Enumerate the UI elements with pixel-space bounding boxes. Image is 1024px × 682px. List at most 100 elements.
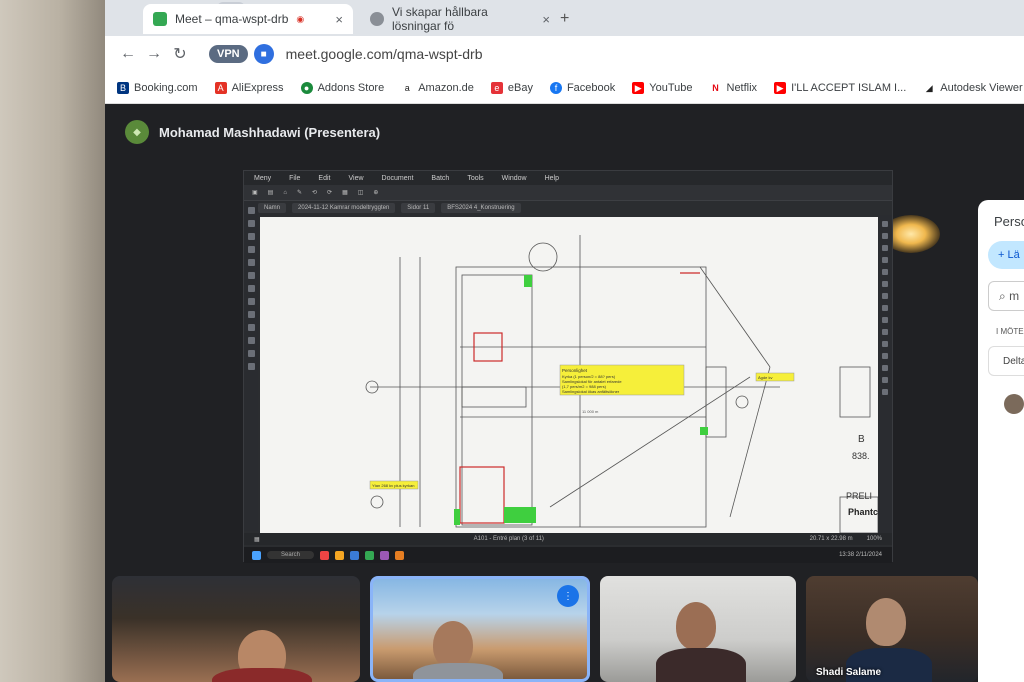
- doc-tab[interactable]: Sidor 11: [401, 203, 436, 213]
- facebook-icon: f: [549, 81, 562, 94]
- menu-item[interactable]: Tools: [467, 175, 483, 182]
- menu-item[interactable]: Document: [382, 175, 414, 182]
- presenter-bar: ◆ Mohamad Mashhadawi (Presentera): [125, 112, 985, 152]
- netflix-icon: N: [709, 81, 722, 94]
- zoom-level[interactable]: 100%: [867, 536, 882, 542]
- app-icon[interactable]: [395, 550, 405, 560]
- new-tab-button[interactable]: +: [560, 10, 569, 28]
- doc-tab[interactable]: 2024-11-12 Kamrar modeltryggten: [292, 203, 396, 213]
- chrome-icon[interactable]: [365, 550, 375, 560]
- bookmark-autodesk[interactable]: ◢Autodesk Viewer | F...: [923, 81, 1024, 94]
- floor-plan-drawing: Personlighet Kyrka (1 person/2 = 88? per…: [365, 235, 878, 533]
- speaking-indicator-icon: ⋮: [557, 585, 579, 607]
- menu-item[interactable]: Window: [502, 175, 527, 182]
- autodesk-icon: ◢: [923, 81, 936, 94]
- menu-item[interactable]: Meny: [254, 175, 271, 182]
- tool-icon[interactable]: ⊕: [373, 189, 378, 196]
- people-panel-title: Perso: [994, 214, 1024, 229]
- titleblock-prel: PRELI: [846, 491, 872, 501]
- dimensions-readout: 20.71 x 22.98 m: [809, 536, 853, 542]
- tool-icon[interactable]: ▣: [252, 189, 258, 196]
- note-title: Personlighet: [562, 368, 588, 373]
- vpn-badge[interactable]: VPN: [209, 45, 248, 63]
- marker: [700, 427, 708, 435]
- bookmark-aliexpress[interactable]: A AliExpress: [214, 81, 284, 94]
- tool-icon[interactable]: ▤: [268, 189, 274, 196]
- menu-item[interactable]: View: [348, 175, 363, 182]
- tool-icon[interactable]: ✎: [297, 189, 302, 196]
- participant-face: [676, 602, 716, 650]
- menu-item[interactable]: Edit: [318, 175, 330, 182]
- participant-face: [866, 598, 906, 646]
- bookmark-netflix[interactable]: N Netflix: [709, 81, 757, 94]
- camera-icon[interactable]: ■: [253, 44, 274, 64]
- app-icon[interactable]: [380, 550, 390, 560]
- people-search-input[interactable]: ⌕ m: [988, 281, 1024, 311]
- tool-icon[interactable]: ⟲: [312, 189, 317, 196]
- video-tile[interactable]: Shadi Salame: [806, 576, 978, 682]
- video-tile-active-speaker[interactable]: ⋮: [370, 576, 590, 682]
- participant-body: [413, 663, 503, 679]
- grid-icon[interactable]: ▦: [254, 536, 260, 543]
- participant-name: Shadi Salame: [816, 667, 882, 678]
- dimension-label: 11 000 m: [582, 409, 599, 414]
- participants-group[interactable]: Delta: [988, 346, 1024, 376]
- left-tool-rail: [244, 201, 258, 531]
- bookmark-addons[interactable]: ● Addons Store: [300, 81, 384, 94]
- globe-icon: [370, 12, 384, 26]
- bookmark-amazon[interactable]: a Amazon.de: [401, 81, 474, 94]
- close-icon[interactable]: ×: [542, 12, 550, 27]
- participant-face: [433, 621, 473, 669]
- youtube-icon: ▶: [774, 81, 787, 94]
- bookmark-ebay[interactable]: e eBay: [490, 81, 533, 94]
- in-meeting-section-label: I MÖTE: [996, 327, 1024, 336]
- tool-icon[interactable]: ⌂: [283, 190, 287, 196]
- doc-tab[interactable]: BFS2024 4_Konstruering: [441, 203, 521, 213]
- amazon-icon: a: [401, 81, 414, 94]
- doc-tab[interactable]: Namn: [258, 203, 287, 213]
- app-icon[interactable]: [320, 550, 330, 560]
- tool-icon[interactable]: ▦: [342, 189, 348, 196]
- back-icon[interactable]: ←: [115, 45, 141, 63]
- app-toolbar: ▣ ▤ ⌂ ✎ ⟲ ⟳ ▦ ◫ ⊕: [244, 185, 892, 201]
- app-icon[interactable]: [350, 550, 360, 560]
- menu-item[interactable]: File: [289, 175, 300, 182]
- marker: [504, 507, 536, 523]
- note-small-text: Ägde kv: [758, 375, 772, 380]
- taskbar-search[interactable]: Search: [267, 551, 315, 559]
- tab-meet[interactable]: Meet – qma-wspt-drb ◉ ×: [143, 4, 353, 34]
- windows-start-icon[interactable]: [252, 550, 261, 560]
- folder-icon[interactable]: [335, 550, 345, 560]
- menu-item[interactable]: Batch: [431, 175, 449, 182]
- note-left-text: Ytan 268 kv plus kyrkan: [372, 483, 414, 488]
- page-indicator[interactable]: A101 - Entré plan (3 of 11): [474, 536, 544, 542]
- menu-item[interactable]: Help: [545, 175, 559, 182]
- tool-icon[interactable]: ⟳: [327, 189, 332, 196]
- addons-icon: ●: [300, 81, 313, 94]
- forward-icon[interactable]: →: [141, 45, 167, 63]
- youtube-icon: ▶: [632, 81, 645, 94]
- bookmark-facebook[interactable]: f Facebook: [549, 81, 615, 94]
- video-tile[interactable]: [112, 576, 360, 682]
- participant-body: [656, 648, 746, 682]
- app-menu-bar: Meny File Edit View Document Batch Tools…: [244, 171, 892, 185]
- bookmark-youtube[interactable]: ▶ YouTube: [632, 81, 693, 94]
- marker: [524, 275, 532, 287]
- drawing-canvas[interactable]: Personlighet Kyrka (1 person/2 = 88? per…: [260, 217, 878, 533]
- add-people-button[interactable]: + Lä: [988, 241, 1024, 269]
- shared-screen: Meny File Edit View Document Batch Tools…: [243, 170, 893, 563]
- close-icon[interactable]: ×: [335, 12, 343, 27]
- url-bar[interactable]: meet.google.com/qma-wspt-drb: [286, 46, 483, 62]
- search-icon: ⌕: [999, 288, 1006, 303]
- bookmark-youtube-video[interactable]: ▶ I'LL ACCEPT ISLAM I...: [774, 81, 906, 94]
- tab-website[interactable]: Vi skapar hållbara lösningar fö ×: [360, 4, 560, 34]
- presenter-avatar: ◆: [125, 120, 149, 144]
- titleblock-number: 838.: [852, 451, 870, 461]
- bookmark-booking[interactable]: B Booking.com: [117, 81, 198, 94]
- tab-strip: ⌄ Meet – qma-wspt-drb ◉ × Vi skapar håll…: [105, 0, 1024, 36]
- recording-icon: ◉: [296, 13, 305, 24]
- reload-icon[interactable]: ↻: [167, 44, 193, 64]
- video-tile[interactable]: [600, 576, 796, 682]
- tool-icon[interactable]: ◫: [358, 189, 364, 196]
- app-status-bar: ▦ A101 - Entré plan (3 of 11) 20.71 x 22…: [244, 533, 892, 545]
